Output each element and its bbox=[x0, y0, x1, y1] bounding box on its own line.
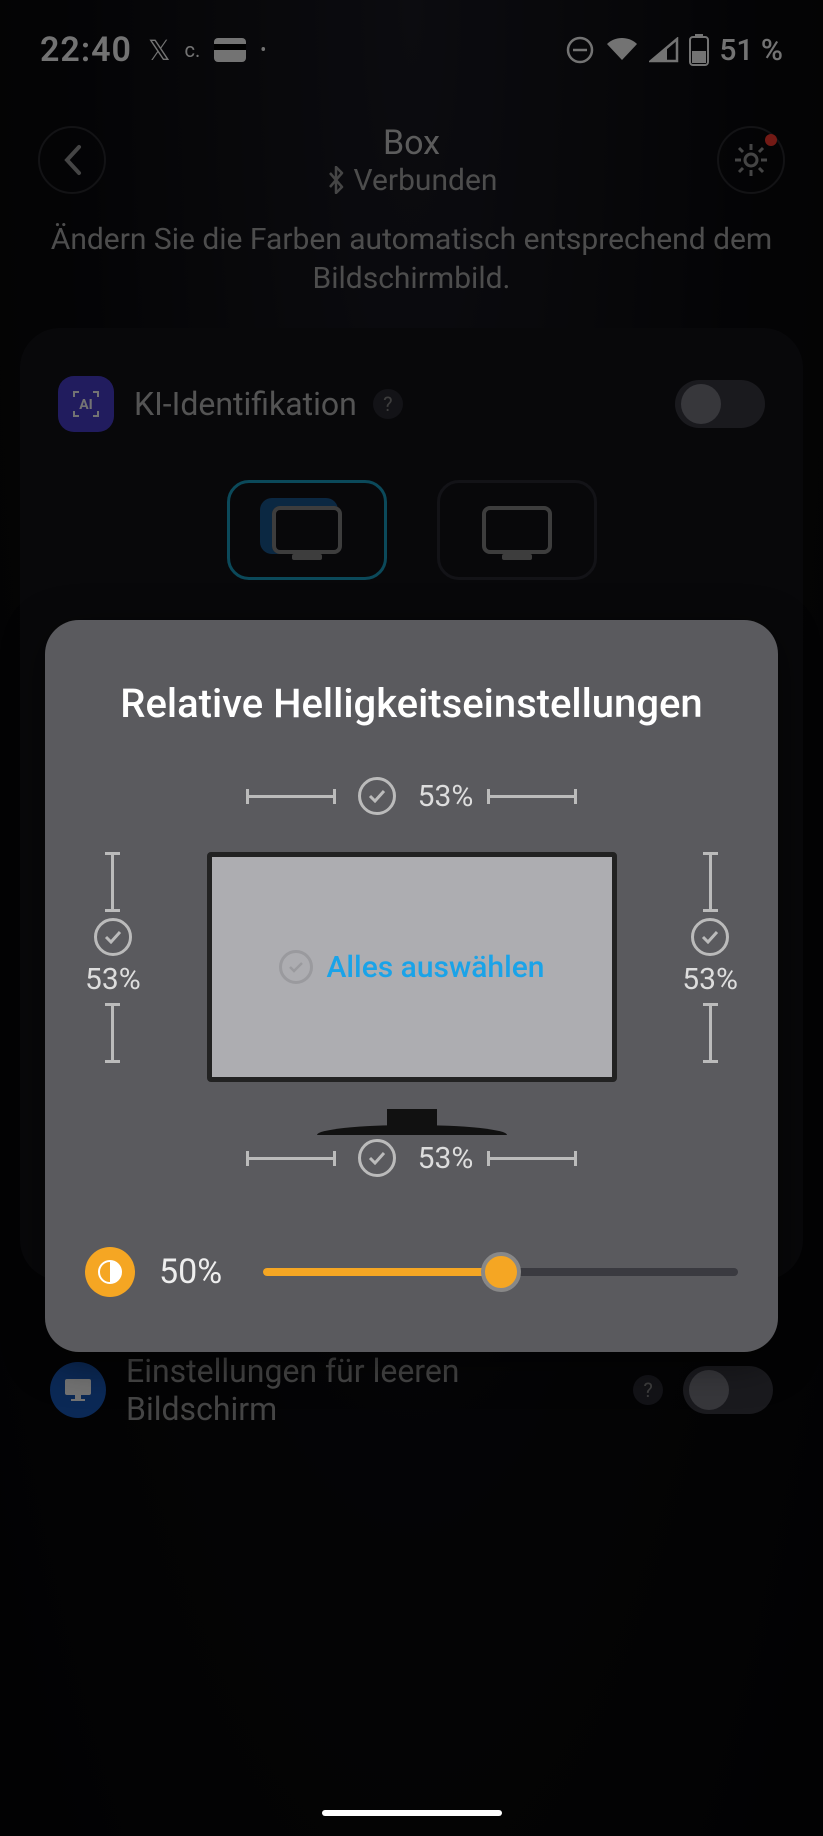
select-all-button[interactable]: Alles auswählen bbox=[207, 852, 617, 1082]
edge-bottom-control[interactable]: 53% bbox=[85, 1139, 738, 1177]
select-all-label: Alles auswählen bbox=[327, 950, 545, 985]
tv-stand-icon bbox=[317, 1125, 507, 1135]
tv-edge-selector: 53% 53% 53% 53% bbox=[85, 777, 738, 1157]
bracket-icon bbox=[111, 1003, 114, 1063]
slider-fill bbox=[263, 1268, 501, 1276]
check-circle-icon[interactable] bbox=[691, 918, 729, 956]
edge-right-control[interactable]: 53% bbox=[682, 837, 738, 1077]
bracket-icon bbox=[246, 795, 336, 798]
brightness-value: 50% bbox=[159, 1252, 239, 1292]
check-circle-icon[interactable] bbox=[358, 777, 396, 815]
check-circle-icon[interactable] bbox=[94, 918, 132, 956]
check-circle-icon[interactable] bbox=[358, 1139, 396, 1177]
edge-bottom-value: 53% bbox=[418, 1141, 474, 1176]
edge-top-control[interactable]: 53% bbox=[85, 777, 738, 815]
brightness-slider[interactable] bbox=[263, 1268, 738, 1276]
bracket-icon bbox=[246, 1157, 336, 1160]
edge-right-value: 53% bbox=[682, 962, 738, 997]
edge-top-value: 53% bbox=[418, 779, 474, 814]
bracket-icon bbox=[487, 795, 577, 798]
check-circle-icon bbox=[279, 950, 313, 984]
bracket-icon bbox=[487, 1157, 577, 1160]
edge-left-value: 53% bbox=[85, 962, 141, 997]
modal-title: Relative Helligkeitseinstellungen bbox=[85, 680, 738, 727]
bracket-icon bbox=[709, 1003, 712, 1063]
slider-knob[interactable] bbox=[481, 1252, 521, 1292]
edge-left-control[interactable]: 53% bbox=[85, 837, 141, 1077]
bracket-icon bbox=[111, 852, 114, 912]
bracket-icon bbox=[709, 852, 712, 912]
brightness-icon bbox=[85, 1247, 135, 1297]
home-indicator[interactable] bbox=[322, 1810, 502, 1816]
brightness-slider-row: 50% bbox=[85, 1247, 738, 1297]
relative-brightness-modal: Relative Helligkeitseinstellungen 53% 53… bbox=[45, 620, 778, 1352]
